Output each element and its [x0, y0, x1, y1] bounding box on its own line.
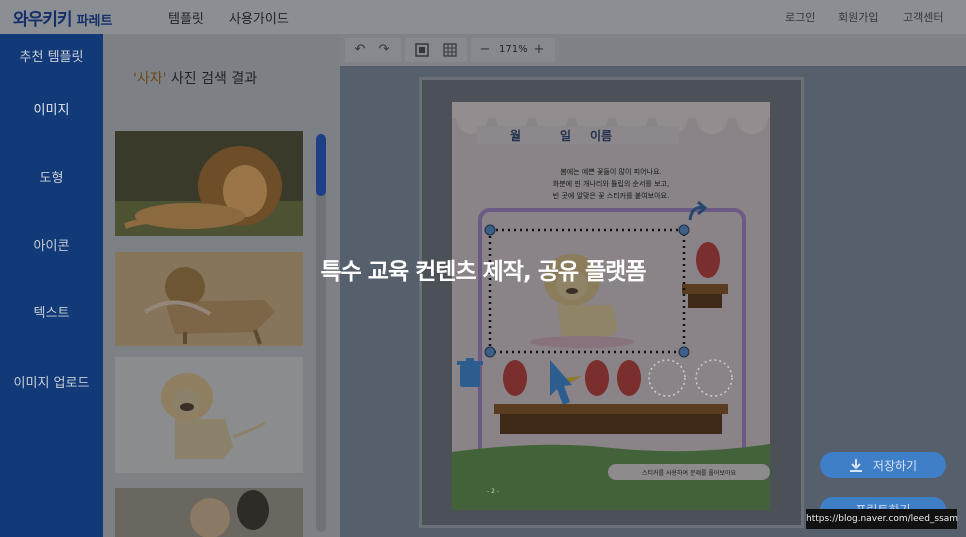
history-group: ↶ ↷: [345, 38, 401, 62]
grid-icon[interactable]: [439, 38, 461, 62]
zoom-in-button[interactable]: +: [531, 38, 547, 62]
result-image-cartoon-lion[interactable]: [115, 357, 303, 473]
platform-slogan: 특수 교육 컨텐츠 제작, 공유 플랫폼: [320, 259, 646, 285]
fit-page-icon[interactable]: [411, 38, 433, 62]
nav-user-guide[interactable]: 사용가이드: [229, 8, 289, 27]
lion-photo-icon: [115, 131, 303, 236]
month-label: 월: [510, 128, 521, 143]
search-result-title: '사자' 사진 검색 결과: [133, 68, 257, 88]
nav-templates[interactable]: 템플릿: [168, 8, 204, 27]
sidebar-item-recommended-templates[interactable]: 추천 템플릿: [0, 46, 103, 65]
site-logo[interactable]: 와우키키 파레트: [13, 5, 113, 30]
zoom-out-button[interactable]: −: [477, 38, 493, 62]
support-link[interactable]: 고객센터: [903, 9, 943, 25]
save-button-label: 저장하기: [872, 458, 918, 473]
cartoon-lion-icon: [115, 357, 303, 473]
editor-toolbar: ↶ ↷ − 171% +: [340, 34, 966, 66]
top-navigation-bar: 와우키키 파레트 템플릿 사용가이드 로그인 회원가입 고객센터: [0, 0, 966, 34]
zoom-level: 171%: [499, 44, 528, 55]
sidebar-item-text[interactable]: 텍스트: [0, 302, 103, 321]
instruction-line-1: 봄에는 예쁜 꽃들이 많이 피어나요.: [560, 167, 661, 176]
signup-link[interactable]: 회원가입: [838, 9, 878, 25]
login-link[interactable]: 로그인: [785, 9, 815, 25]
sidebar-item-images[interactable]: 이미지: [0, 99, 103, 118]
download-icon: [849, 459, 862, 472]
zoom-group: − 171% +: [471, 38, 555, 62]
sidebar-item-shapes[interactable]: 도형: [0, 167, 103, 186]
results-scrollbar-thumb[interactable]: [316, 134, 326, 196]
search-result-label: 사진 검색 결과: [166, 71, 258, 87]
worksheet-page[interactable]: 월 일 이름 봄에는 예쁜 꽃들이 많이 피어나요. 화분에 핀 개나리와 튤립…: [422, 80, 801, 525]
search-keyword: '사자': [133, 71, 167, 87]
trash-icon[interactable]: [457, 358, 483, 387]
name-label: 이름: [590, 128, 612, 143]
document-frame: 월 일 이름 봄에는 예쁜 꽃들이 많이 피어나요. 화분에 핀 개나리와 튤립…: [419, 77, 804, 528]
day-label: 일: [560, 129, 571, 143]
result-image-lion-photo[interactable]: [115, 131, 303, 236]
view-group: [405, 38, 467, 62]
save-button[interactable]: 저장하기: [820, 452, 946, 478]
undo-icon[interactable]: ↶: [349, 38, 371, 62]
blog-watermark: https://blog.naver.com/leed_ssam: [806, 509, 958, 529]
instruction-line-2: 화분에 핀 개나리와 튤립의 순서를 보고,: [553, 179, 669, 188]
lion-cubs-icon: [115, 488, 303, 537]
logo-subtext: 파레트: [76, 14, 113, 29]
bottom-note: 스티커를 사용하여 문제를 풀어보아요: [642, 469, 737, 477]
page-number: - 2 -: [487, 488, 499, 495]
instruction-line-3: 빈 곳에 알맞은 꽃 스티커를 붙여보아요.: [553, 191, 669, 200]
redo-icon[interactable]: ↷: [373, 38, 395, 62]
sidebar-item-image-upload[interactable]: 이미지 업로드: [0, 372, 103, 391]
logo-text: 와우키키: [13, 10, 73, 30]
result-image-lion-cubs[interactable]: [115, 488, 303, 537]
